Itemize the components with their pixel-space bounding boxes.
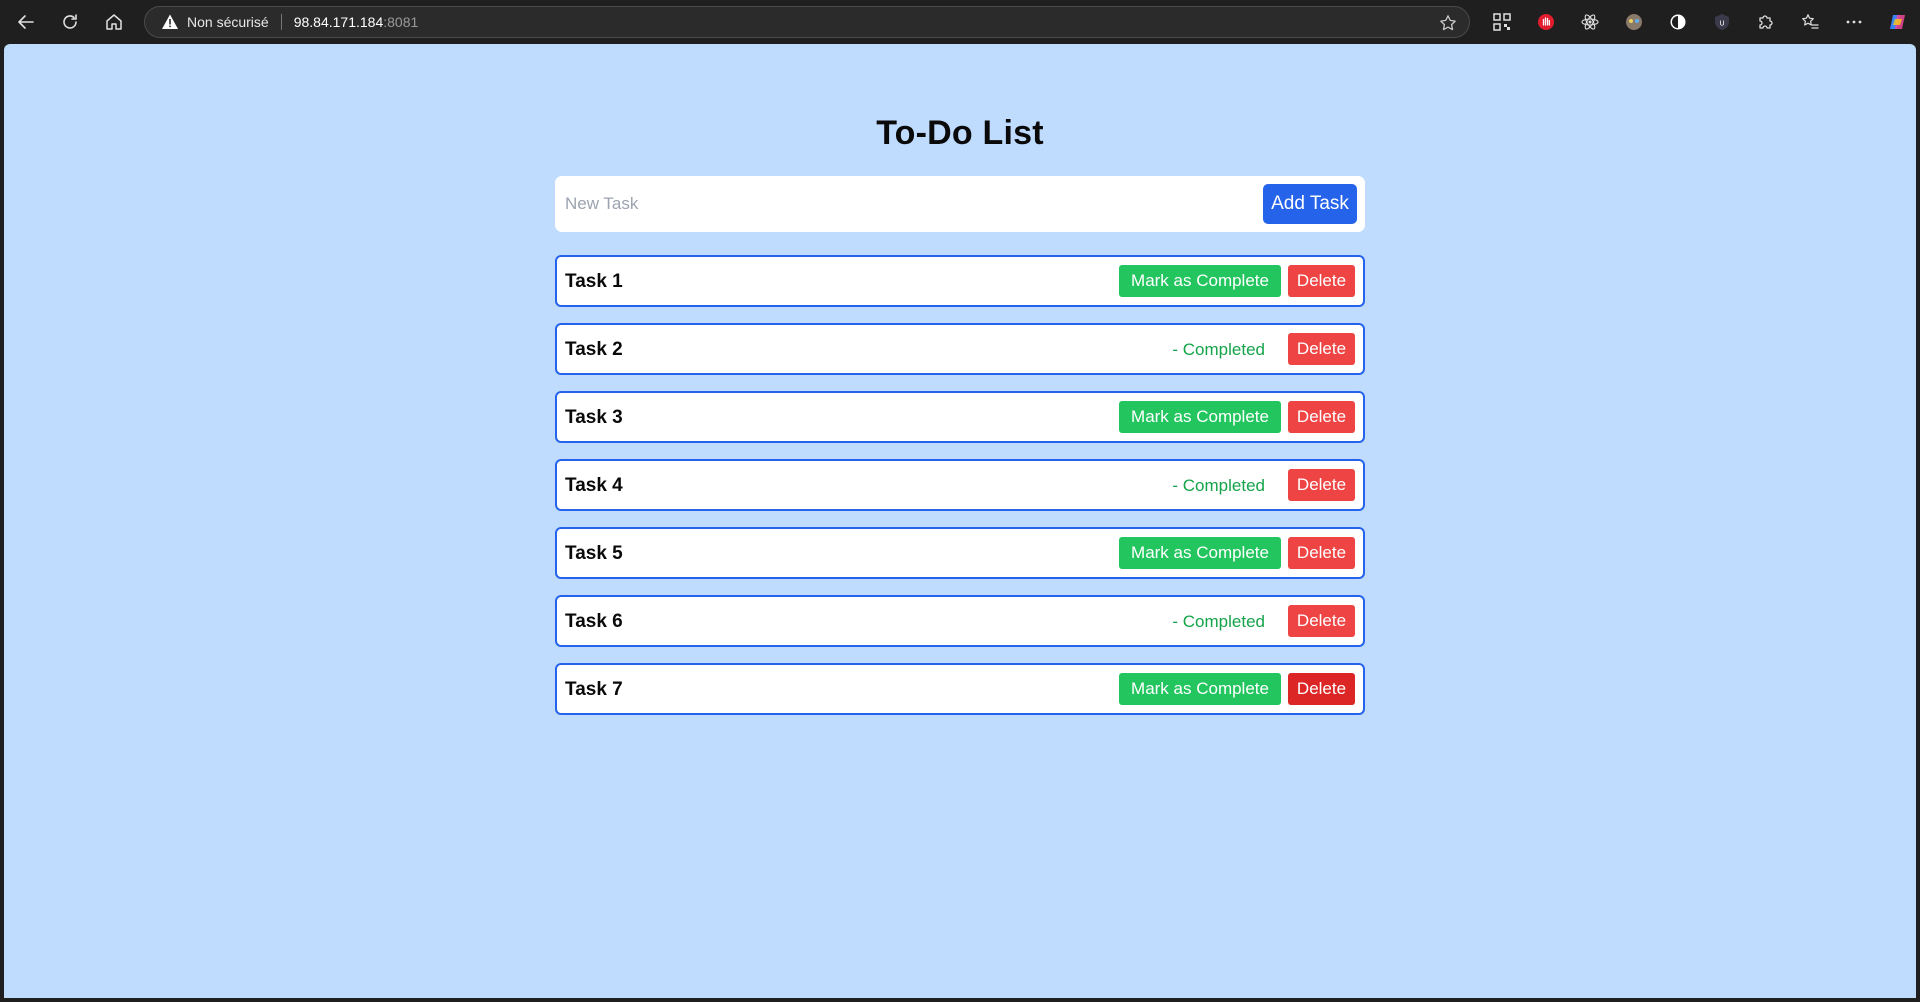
warning-triangle-icon	[162, 14, 178, 29]
back-button[interactable]	[8, 4, 44, 40]
address-divider	[280, 14, 282, 30]
task-item: Task 1 Mark as Complete Delete	[555, 255, 1365, 307]
completed-status-text: - Completed	[1172, 476, 1265, 495]
task-name: Task 2	[565, 339, 623, 360]
task-list: Task 1 Mark as Complete Delete Task 2- Comp…	[555, 255, 1365, 731]
favorites-list-icon	[1802, 14, 1819, 29]
delete-button[interactable]: Delete	[1288, 333, 1355, 365]
delete-button[interactable]: Delete	[1288, 469, 1355, 501]
delete-button[interactable]: Delete	[1288, 673, 1355, 705]
task-name: Task 4	[565, 475, 623, 496]
ublock-icon: U	[1715, 14, 1729, 30]
task-name: Task 5	[565, 543, 623, 564]
task-item: Task 7 Mark as Complete Delete	[555, 663, 1365, 715]
address-bar[interactable]: Non sécurisé 98.84.171.184 :8081	[144, 6, 1470, 38]
hand-stop-icon	[1538, 14, 1554, 30]
more-dots-icon	[1846, 20, 1862, 24]
mark-complete-button[interactable]: Mark as Complete	[1119, 673, 1281, 705]
ublock-button[interactable]: U	[1700, 6, 1744, 38]
delete-button[interactable]: Delete	[1288, 537, 1355, 569]
qr-code-button[interactable]	[1480, 6, 1524, 38]
hand-stop-button[interactable]	[1524, 6, 1568, 38]
delete-button[interactable]: Delete	[1288, 605, 1355, 637]
add-task-button[interactable]: Add Task	[1263, 184, 1357, 224]
react-devtools-button[interactable]	[1568, 6, 1612, 38]
add-task-panel: Add Task	[555, 176, 1365, 232]
svg-text:U: U	[1719, 20, 1724, 28]
home-icon	[106, 14, 122, 30]
completed-status-text: - Completed	[1172, 612, 1265, 631]
refresh-icon	[63, 14, 77, 29]
extensions-button[interactable]	[1744, 6, 1788, 38]
delete-button[interactable]: Delete	[1288, 265, 1355, 297]
task-item: Task 2 - Completed Delete	[555, 323, 1365, 375]
task-item: Task 3 Mark as Complete Delete	[555, 391, 1365, 443]
task-item: Task 6 - Completed Delete	[555, 595, 1365, 647]
new-task-input[interactable]	[565, 184, 1265, 224]
page-title: To-Do List	[876, 114, 1044, 152]
task-name: Task 6	[565, 611, 623, 632]
mark-complete-button[interactable]: Mark as Complete	[1119, 537, 1281, 569]
react-icon	[1581, 14, 1599, 30]
page-viewport: To-Do List Add Task Task 1 Mark as Comple…	[4, 44, 1916, 998]
task-item: Task 5 Mark as Complete Delete	[555, 527, 1365, 579]
circle-half-button[interactable]	[1656, 6, 1700, 38]
copilot-button[interactable]	[1876, 6, 1920, 38]
completed-status-text: - Completed	[1172, 340, 1265, 359]
home-button[interactable]	[96, 4, 132, 40]
browser-toolbar: Non sécurisé 98.84.171.184 :8081 U	[0, 0, 1920, 44]
task-name: Task 7	[565, 679, 623, 700]
game-controller-button[interactable]	[1612, 6, 1656, 38]
mark-complete-button[interactable]: Mark as Complete	[1119, 401, 1281, 433]
copilot-icon	[1890, 15, 1905, 29]
star-icon[interactable]	[1439, 14, 1457, 32]
delete-button[interactable]: Delete	[1288, 401, 1355, 433]
task-name: Task 1	[565, 271, 623, 292]
favorites-button[interactable]	[1788, 6, 1832, 38]
extensions-toolbar: U	[1480, 6, 1920, 38]
url-host: 98.84.171.184	[293, 14, 384, 30]
game-controller-icon	[1626, 14, 1642, 30]
more-menu-button[interactable]	[1832, 6, 1876, 38]
url-port: :8081	[383, 14, 419, 30]
security-status-text[interactable]: Non sécurisé	[187, 14, 269, 30]
back-arrow-icon	[18, 15, 34, 29]
puzzle-extensions-icon	[1759, 15, 1773, 29]
qr-code-icon	[1493, 13, 1511, 31]
task-name: Task 3	[565, 407, 623, 428]
mark-complete-button[interactable]: Mark as Complete	[1119, 265, 1281, 297]
circle-half-icon	[1670, 14, 1686, 30]
task-item: Task 4 - Completed Delete	[555, 459, 1365, 511]
refresh-button[interactable]	[52, 4, 88, 40]
